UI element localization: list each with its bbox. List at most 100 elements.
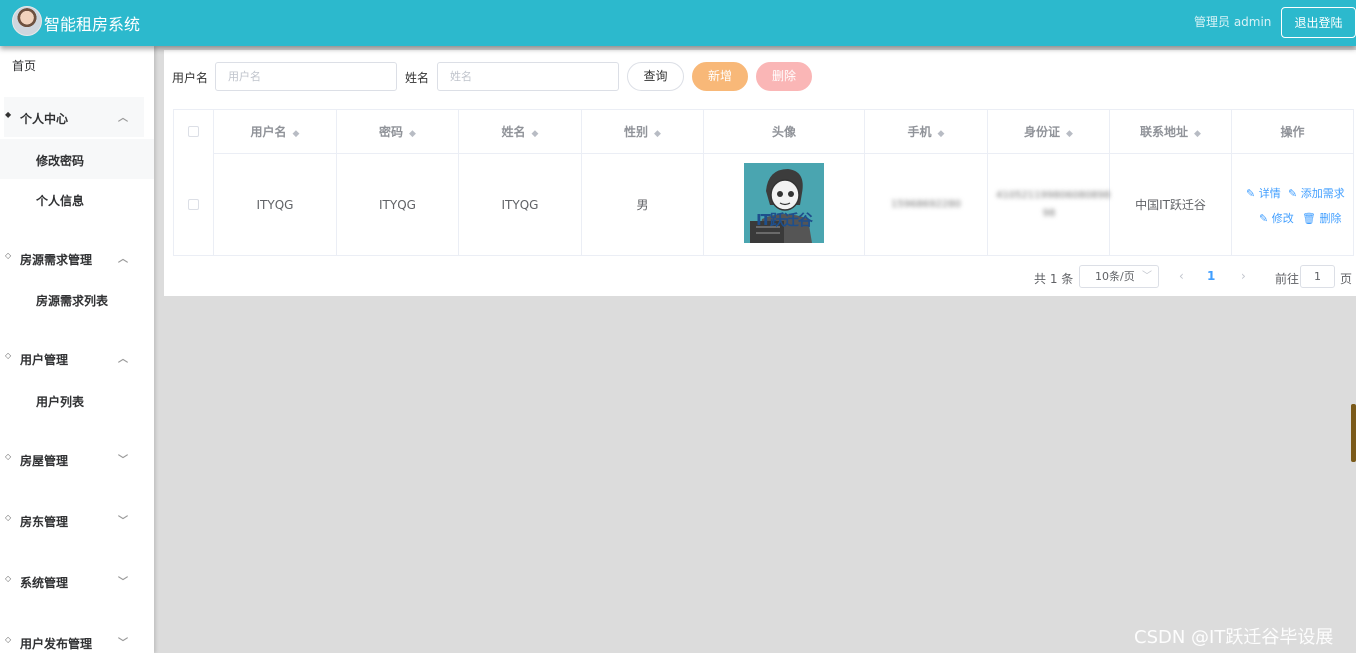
scroll-handle[interactable] — [1351, 404, 1356, 462]
bullet-icon: ◆ — [5, 110, 12, 119]
checkbox-column — [174, 110, 214, 255]
column-username: 用户名 ◆ ITYQG — [214, 110, 337, 255]
column-header-label: 密码 — [379, 125, 404, 139]
column-header-actions: 操作 — [1232, 110, 1353, 154]
bullet-icon: ◇ — [5, 574, 12, 583]
column-header-name[interactable]: 姓名 ◆ — [459, 110, 581, 154]
bullet-icon: ◇ — [5, 513, 12, 522]
logout-button[interactable]: 退出登陆 — [1281, 7, 1356, 38]
id-card-line-2: 98 — [1042, 208, 1056, 219]
sidebar-item-personal-info[interactable]: 个人信息 — [0, 179, 154, 219]
goto-label: 前往 — [1275, 272, 1300, 286]
sidebar-group-landlord-management[interactable]: ◇ 房东管理 ﹀ — [0, 500, 154, 540]
sort-icon[interactable]: ◆ — [1194, 112, 1201, 156]
column-header-label: 联系地址 — [1140, 125, 1189, 139]
detail-link[interactable]: ✎ 详情 — [1246, 185, 1281, 201]
column-header-gender[interactable]: 性别 ◆ — [582, 110, 703, 154]
bullet-icon: ◇ — [5, 452, 12, 461]
sidebar-group-label: 房屋管理 — [20, 454, 69, 468]
select-all-checkbox[interactable] — [188, 126, 199, 137]
cell-username: ITYQG — [256, 198, 294, 212]
add-button[interactable]: 新增 — [692, 62, 748, 91]
sidebar-item-change-password[interactable]: 修改密码 — [0, 139, 154, 179]
goto-page-input[interactable] — [1300, 265, 1335, 288]
sidebar-group-house-management[interactable]: ◇ 房屋管理 ﹀ — [0, 439, 154, 479]
avatar-watermark-text: IT跃迁谷 — [756, 211, 813, 229]
sidebar-group-user-post-management[interactable]: ◇ 用户发布管理 ﹀ — [0, 622, 154, 653]
cell-address: 中国IT跃迁谷 — [1135, 198, 1206, 212]
name-search-input[interactable] — [437, 62, 619, 91]
column-header-address[interactable]: 联系地址 ◆ — [1110, 110, 1231, 154]
column-header-phone[interactable]: 手机 ◆ — [865, 110, 987, 154]
username-search-input[interactable] — [215, 62, 397, 91]
pagination-total: 共 1 条 — [1034, 272, 1074, 286]
sort-icon[interactable]: ◆ — [409, 112, 416, 156]
column-header-username[interactable]: 用户名 ◆ — [214, 110, 336, 154]
edit-icon: ✎ — [1246, 187, 1256, 200]
sidebar-group-system-management[interactable]: ◇ 系统管理 ﹀ — [0, 561, 154, 601]
cell-password: ITYQG — [379, 198, 416, 212]
prev-page-icon[interactable]: ‹ — [1179, 269, 1184, 283]
add-demand-link[interactable]: ✎ 添加需求 — [1288, 185, 1345, 201]
trash-icon: 🗑 — [1302, 212, 1316, 225]
column-header-password[interactable]: 密码 ◆ — [337, 110, 458, 154]
delete-link[interactable]: 🗑 删除 — [1302, 210, 1341, 226]
page-number-current[interactable]: 1 — [1207, 269, 1215, 283]
page-size-value: 10条/页 — [1095, 270, 1135, 283]
edit-icon: ✎ — [1259, 212, 1269, 225]
chevron-up-icon: ︿ — [118, 354, 128, 365]
sidebar-item-label: 用户列表 — [36, 395, 85, 409]
column-header-label: 身份证 — [1024, 125, 1061, 139]
chevron-down-icon: ﹀ — [118, 638, 128, 649]
edit-icon: ✎ — [1288, 187, 1298, 200]
cell-name: ITYQG — [501, 198, 539, 212]
column-header-id-card[interactable]: 身份证 ◆ — [988, 110, 1109, 154]
sort-icon[interactable]: ◆ — [293, 112, 300, 156]
sidebar-item-user-list[interactable]: 用户列表 — [0, 380, 154, 420]
column-header-label: 手机 — [907, 125, 932, 139]
sidebar-item-demand-list[interactable]: 房源需求列表 — [0, 279, 154, 319]
bullet-icon: ◇ — [5, 251, 12, 260]
next-page-icon[interactable]: › — [1241, 269, 1246, 283]
column-header-label: 性别 — [624, 125, 649, 139]
add-demand-link-label: 添加需求 — [1300, 187, 1345, 200]
column-header-label: 头像 — [771, 125, 796, 139]
chevron-down-icon: ﹀ — [1142, 271, 1152, 282]
page-size-select[interactable]: 10条/页 ﹀ — [1079, 265, 1159, 288]
column-header-label: 姓名 — [501, 125, 526, 139]
top-header: 智能租房系统 管理员 admin 退出登陆 — [0, 0, 1356, 46]
user-table: 用户名 ◆ ITYQG 密码 ◆ ITYQG 姓名 ◆ ITYQG 性别 ◆ 男 头像 — [173, 109, 1354, 256]
csdn-watermark: CSDN @IT跃迁谷毕设展 — [1134, 627, 1334, 648]
cell-id-card: 410521199806080898 98 — [988, 155, 1111, 255]
sidebar-group-label: 系统管理 — [20, 576, 69, 590]
batch-delete-button[interactable]: 删除 — [756, 62, 812, 91]
sidebar-menu: 首页 ◆ 个人中心 ︿ 修改密码 个人信息 ◇ 房源需求管理 ︿ 房源需求列表 … — [0, 46, 154, 653]
sidebar-item-label: 房源需求列表 — [36, 294, 109, 308]
sort-icon[interactable]: ◆ — [654, 112, 661, 156]
user-avatar-image: IT跃迁谷 — [744, 163, 824, 243]
username-filter-label: 用户名 — [172, 71, 209, 85]
name-filter-label: 姓名 — [405, 71, 430, 85]
admin-label: 管理员 admin — [1194, 15, 1272, 29]
sidebar-item-home[interactable]: 首页 — [0, 46, 154, 86]
sort-icon[interactable]: ◆ — [1066, 112, 1073, 156]
sidebar-group-user-management[interactable]: ◇ 用户管理 ︿ — [0, 338, 154, 378]
query-button[interactable]: 查询 — [627, 62, 684, 91]
sort-icon[interactable]: ◆ — [938, 112, 945, 156]
chevron-down-icon: ﹀ — [118, 577, 128, 588]
sidebar-group-personal-center[interactable]: ◆ 个人中心 ︿ — [4, 97, 144, 137]
column-gender: 性别 ◆ 男 — [582, 110, 704, 255]
sidebar-group-label: 用户管理 — [20, 353, 69, 367]
column-header-label: 用户名 — [250, 125, 287, 139]
delete-link-label: 删除 — [1319, 212, 1342, 225]
sort-icon[interactable]: ◆ — [532, 112, 539, 156]
cell-phone: 15968692280 — [891, 199, 961, 210]
row-checkbox[interactable] — [188, 199, 199, 210]
sidebar-group-label: 用户发布管理 — [20, 637, 93, 651]
column-password: 密码 ◆ ITYQG — [337, 110, 459, 255]
sidebar-group-demand-management[interactable]: ◇ 房源需求管理 ︿ — [0, 238, 154, 278]
detail-link-label: 详情 — [1258, 187, 1281, 200]
bullet-icon: ◇ — [5, 635, 12, 644]
edit-link[interactable]: ✎ 修改 — [1259, 210, 1294, 226]
app-title: 智能租房系统 — [44, 15, 141, 34]
